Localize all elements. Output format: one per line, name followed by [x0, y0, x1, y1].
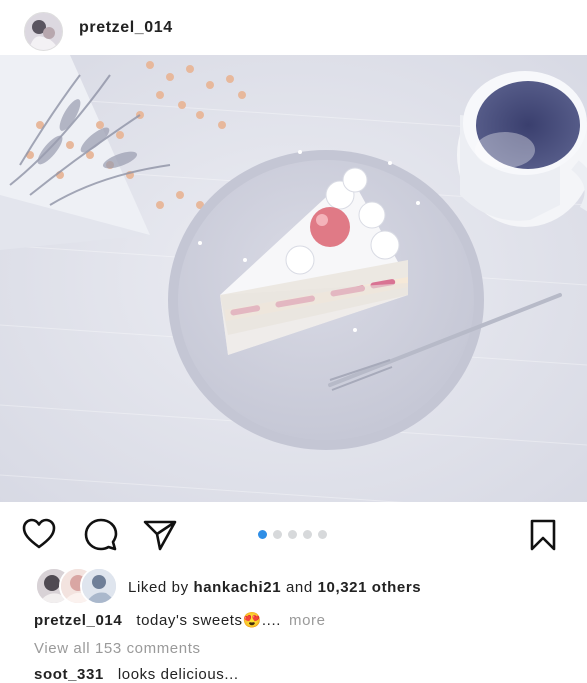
caption-text: today's sweets😍....: [136, 612, 281, 629]
post-photo[interactable]: [0, 55, 587, 502]
caption: pretzel_014 today's sweets😍.... more: [34, 611, 326, 629]
likes-row: Liked by hankachi21 and 10,321 others: [0, 565, 587, 605]
carousel-indicator: [258, 530, 327, 540]
comment-item: soot_331 looks delicious...: [34, 666, 239, 683]
carousel-dot: [258, 530, 267, 539]
carousel-dot: [288, 530, 297, 539]
comment-icon[interactable]: [84, 518, 118, 557]
heart-icon[interactable]: [22, 518, 56, 555]
likes-others-link[interactable]: 10,321 others: [318, 579, 422, 596]
caption-more-link[interactable]: more: [289, 612, 326, 629]
header-username[interactable]: pretzel_014: [79, 19, 173, 37]
caption-username[interactable]: pretzel_014: [34, 612, 122, 629]
bookmark-icon[interactable]: [529, 519, 557, 556]
likes-prefix: Liked by: [128, 579, 189, 596]
post-header: pretzel_014: [0, 0, 587, 55]
comment-text: looks delicious...: [117, 666, 239, 683]
likes-user-link[interactable]: hankachi21: [193, 579, 281, 596]
likes-summary: Liked by hankachi21 and 10,321 others: [128, 579, 421, 596]
liker-avatar[interactable]: [80, 567, 118, 605]
carousel-dot: [318, 530, 327, 539]
profile-avatar[interactable]: [24, 12, 63, 51]
view-all-comments-link[interactable]: View all 153 comments: [34, 640, 201, 657]
likes-joiner: and: [285, 579, 313, 596]
comment-username[interactable]: soot_331: [34, 666, 104, 683]
carousel-dot: [273, 530, 282, 539]
carousel-dot: [303, 530, 312, 539]
send-icon[interactable]: [143, 519, 177, 556]
